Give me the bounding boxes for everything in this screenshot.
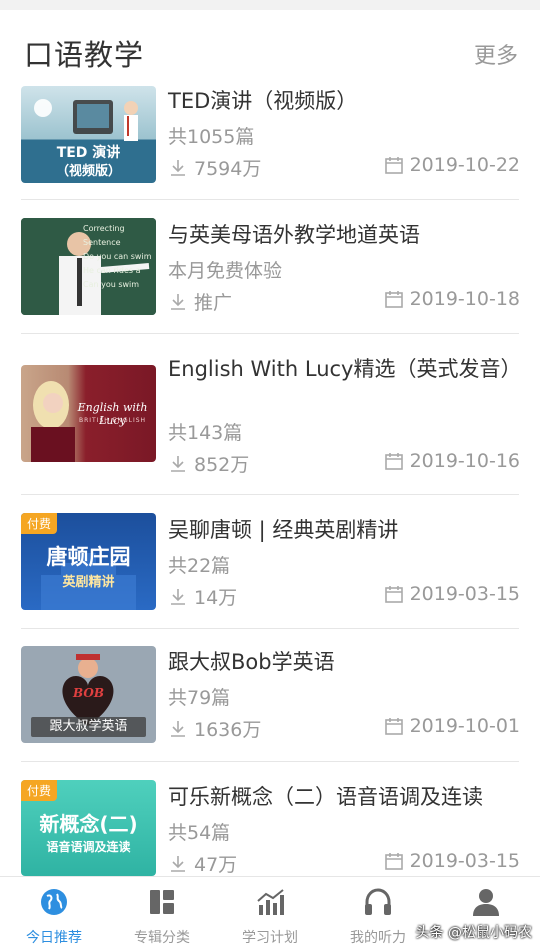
- list-item[interactable]: BOB 跟大叔学英语 跟大叔Bob学英语 共79篇 1636万 2019-10-…: [0, 629, 540, 762]
- top-strip: [0, 0, 540, 10]
- album-subtitle: 共54篇: [168, 822, 231, 844]
- album-title: 吴聊唐顿 | 经典英剧精讲: [168, 518, 399, 542]
- album-title: 与英美母语外教学地道英语: [168, 223, 420, 247]
- update-date: 2019-03-15: [384, 583, 520, 605]
- download-count-value: 1636万: [194, 719, 262, 741]
- tab-study-plan[interactable]: 学习计划: [216, 877, 324, 951]
- section-title: 口语教学: [24, 38, 145, 72]
- update-date-value: 2019-10-16: [409, 450, 520, 472]
- download-icon: [171, 855, 185, 872]
- tab-today-recommend[interactable]: 今日推荐: [0, 877, 108, 951]
- download-icon: [171, 159, 185, 176]
- album-meta: 14万 2019-03-15: [168, 583, 520, 611]
- update-date-value: 2019-10-22: [409, 154, 520, 176]
- calendar-icon: [384, 586, 403, 603]
- section-header: 口语教学 更多: [0, 10, 540, 84]
- list-item[interactable]: English with Lucy BRITISH ENGLISH Englis…: [0, 334, 540, 495]
- download-count: 7594万: [168, 154, 261, 181]
- thumb-caption: TED 演讲: [56, 145, 121, 161]
- download-count: 47万: [168, 850, 237, 877]
- thumb-caption-2: 语音语调及连读: [46, 840, 131, 854]
- calendar-icon: [384, 453, 403, 470]
- update-date: 2019-10-01: [384, 715, 520, 737]
- thumb-caption: 跟大叔学英语: [31, 717, 146, 737]
- download-count-value: 7594万: [194, 158, 262, 180]
- download-icon: [171, 455, 185, 472]
- download-count-value: 852万: [194, 454, 250, 476]
- thumb-logo: BOB: [73, 686, 104, 700]
- tab-label: 今日推荐: [26, 930, 82, 946]
- list-item[interactable]: Correcting Sentence Do you can swim He c…: [0, 200, 540, 334]
- album-title: 跟大叔Bob学英语: [168, 650, 335, 674]
- update-date-value: 2019-10-18: [409, 288, 520, 310]
- update-date-value: 2019-03-15: [409, 583, 520, 605]
- album-thumbnail: BOB 跟大叔学英语: [21, 646, 156, 743]
- album-meta: 47万 2019-03-15: [168, 850, 520, 878]
- update-date: 2019-10-22: [384, 154, 520, 176]
- album-thumbnail: English with Lucy BRITISH ENGLISH: [21, 365, 156, 462]
- album-thumbnail: 付费 唐顿庄园 英剧精讲: [21, 513, 156, 610]
- list-item[interactable]: TED 演讲 （视频版） TED演讲（视频版） 共1055篇 7594万 201…: [0, 84, 540, 200]
- calendar-icon: [384, 853, 403, 870]
- download-count: 推广: [168, 288, 232, 315]
- album-thumbnail: 付费 新概念(二) 语音语调及连读: [21, 780, 156, 876]
- paid-tag: 付费: [21, 513, 58, 534]
- calendar-icon: [384, 718, 403, 735]
- user-icon: [473, 889, 499, 916]
- more-link[interactable]: 更多: [474, 38, 518, 70]
- download-icon: [171, 720, 185, 737]
- chart-icon: [257, 889, 284, 915]
- album-title: 可乐新概念（二）语音语调及连读: [168, 785, 483, 809]
- album-subtitle: 共22篇: [168, 555, 231, 577]
- thumb-caption-2: 英剧精讲: [62, 575, 115, 590]
- download-count: 1636万: [168, 715, 261, 742]
- update-date-value: 2019-03-15: [409, 850, 520, 872]
- calendar-icon: [384, 291, 403, 308]
- update-date-value: 2019-10-01: [409, 715, 520, 737]
- album-meta: 7594万 2019-10-22: [168, 154, 520, 182]
- update-date: 2019-10-18: [384, 288, 520, 310]
- download-count-value: 推广: [194, 292, 233, 314]
- download-count-value: 14万: [194, 587, 238, 609]
- globe-icon: [41, 889, 67, 915]
- download-count-value: 47万: [194, 854, 238, 876]
- tab-album-category[interactable]: 专辑分类: [108, 877, 216, 951]
- album-subtitle: 共79篇: [168, 687, 231, 709]
- calendar-icon: [384, 157, 403, 174]
- album-meta: 852万 2019-10-16: [168, 450, 520, 478]
- watermark: 头条 @松鼠小码农: [415, 925, 532, 941]
- update-date: 2019-10-16: [384, 450, 520, 472]
- grid-icon: [150, 890, 174, 914]
- album-subtitle: 共143篇: [168, 422, 243, 444]
- tab-label: 学习计划: [242, 930, 298, 946]
- list-item[interactable]: 付费 新概念(二) 语音语调及连读 可乐新概念（二）语音语调及连读 共54篇 4…: [0, 762, 540, 876]
- paid-tag: 付费: [21, 780, 58, 801]
- download-count: 852万: [168, 450, 249, 477]
- album-title: TED演讲（视频版）: [168, 89, 358, 113]
- tab-label: 专辑分类: [134, 930, 190, 946]
- list-item[interactable]: 付费 唐顿庄园 英剧精讲 吴聊唐顿 | 经典英剧精讲 共22篇 14万 2019…: [0, 495, 540, 629]
- download-count: 14万: [168, 583, 237, 610]
- album-meta: 推广 2019-10-18: [168, 288, 520, 316]
- download-icon: [171, 588, 185, 605]
- album-subtitle: 共1055篇: [168, 126, 255, 148]
- headphones-icon: [365, 888, 391, 915]
- album-subtitle: 本月免费体验: [168, 260, 283, 282]
- album-thumbnail: Correcting Sentence Do you can swim He c…: [21, 218, 156, 315]
- update-date: 2019-03-15: [384, 850, 520, 872]
- thumb-caption: 新概念(二): [39, 812, 138, 836]
- album-meta: 1636万 2019-10-01: [168, 715, 520, 743]
- thumb-caption-2: （视频版）: [55, 164, 121, 179]
- album-thumbnail: TED 演讲 （视频版）: [21, 86, 156, 183]
- thumb-caption-2: BRITISH ENGLISH: [78, 417, 147, 424]
- board-text: Correcting Sentence Do you can swim He c…: [83, 224, 152, 289]
- download-icon: [171, 293, 185, 310]
- album-title: English With Lucy精选（英式发音）: [168, 357, 522, 381]
- thumb-caption: 唐顿庄园: [46, 545, 131, 569]
